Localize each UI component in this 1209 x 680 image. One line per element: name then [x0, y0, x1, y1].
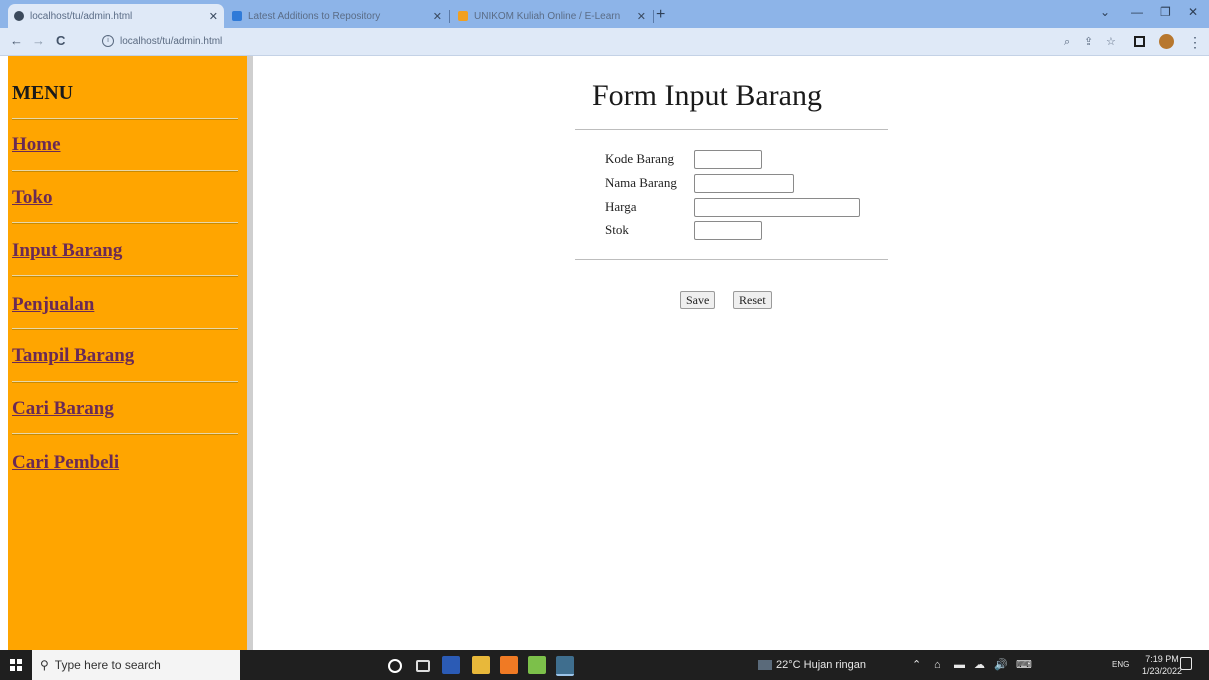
tab-title: UNIKOM Kuliah Online / E-Learn: [474, 10, 621, 22]
address-bar[interactable]: i localhost/tu/admin.html: [102, 32, 942, 50]
chat-icon[interactable]: ▬: [954, 658, 965, 672]
language-indicator[interactable]: ENG: [1112, 658, 1129, 672]
menu-divider: [12, 170, 238, 172]
restore-icon[interactable]: ❐: [1160, 4, 1171, 20]
windows-taskbar: ⚲ Type here to search 22°C Hujan ringan …: [0, 650, 1209, 680]
weather-icon: [758, 660, 772, 671]
browser-tab-strip: localhost/tu/admin.html ✕ Latest Additio…: [0, 0, 1209, 28]
page-favicon-icon: [458, 11, 468, 21]
word-app-icon[interactable]: [442, 656, 460, 674]
speaker-icon[interactable]: 🔊: [994, 658, 1008, 672]
back-arrow-icon[interactable]: ←: [10, 33, 23, 49]
windows-start-icon[interactable]: [10, 659, 22, 671]
chrome-icon[interactable]: [556, 656, 574, 676]
close-tab-icon[interactable]: ✕: [637, 10, 646, 23]
stok-input[interactable]: [694, 221, 762, 240]
page-favicon-icon: [232, 11, 242, 21]
harga-input[interactable]: [694, 198, 860, 217]
form-divider-top: [575, 129, 888, 130]
minimize-icon[interactable]: —: [1131, 4, 1143, 20]
tab-divider: [449, 10, 450, 23]
tab-title: localhost/tu/admin.html: [30, 10, 133, 22]
forward-arrow-icon[interactable]: →: [32, 33, 45, 49]
menu-divider: [12, 381, 238, 383]
form-divider-bottom: [575, 259, 888, 260]
menu-divider: [12, 328, 238, 330]
info-icon[interactable]: i: [102, 35, 114, 47]
notifications-icon[interactable]: [1180, 657, 1192, 670]
menu-divider: [12, 433, 238, 435]
profile-avatar-icon[interactable]: [1159, 34, 1174, 49]
nama-barang-label: Nama Barang: [605, 175, 677, 190]
task-view-icon[interactable]: [416, 660, 430, 672]
stok-label: Stok: [605, 222, 629, 237]
browser-toolbar: ← → C i localhost/tu/admin.html ⌕ ⇪ ☆ ⋮: [0, 28, 1209, 56]
zoom-icon[interactable]: ⌕: [1064, 35, 1070, 49]
globe-icon: [14, 11, 24, 21]
close-window-icon[interactable]: ✕: [1188, 4, 1198, 20]
show-hidden-icons-icon[interactable]: ⌃: [912, 658, 921, 672]
notepad-plus-icon[interactable]: [528, 656, 546, 674]
taskbar-search-input[interactable]: ⚲ Type here to search: [32, 650, 240, 680]
keyboard-icon[interactable]: ⌨: [1016, 658, 1032, 672]
browser-tab[interactable]: Latest Additions to Repository ✕: [226, 4, 448, 28]
browser-tab-active[interactable]: localhost/tu/admin.html ✕: [8, 4, 224, 28]
sidebar-item-input-barang[interactable]: Input Barang: [12, 240, 122, 262]
bookmark-star-icon[interactable]: ☆: [1106, 35, 1116, 49]
clock-date: 1/23/2022: [1142, 666, 1183, 676]
menu-divider: [12, 275, 238, 277]
sidebar-item-penjualan[interactable]: Penjualan: [12, 294, 94, 316]
sidebar-item-home[interactable]: Home: [12, 134, 61, 156]
clock-time: 7:19 PM: [1145, 654, 1179, 664]
sidebar-item-tampil-barang[interactable]: Tampil Barang: [12, 345, 134, 367]
tab-divider: [653, 10, 654, 23]
close-tab-icon[interactable]: ✕: [433, 10, 442, 23]
kode-barang-input[interactable]: [694, 150, 762, 169]
share-icon[interactable]: ⇪: [1084, 35, 1093, 49]
file-explorer-icon[interactable]: [472, 656, 490, 674]
frame-border: [247, 56, 253, 650]
sidebar-menu: MENU Home Toko Input Barang Penjualan Ta…: [8, 56, 247, 650]
tab-search-chevron-icon[interactable]: ⌄: [1100, 4, 1110, 20]
weather-text: 22°C Hujan ringan: [776, 659, 867, 671]
search-icon: ⚲: [40, 658, 49, 672]
sidebar-item-cari-barang[interactable]: Cari Barang: [12, 398, 114, 420]
nama-barang-input[interactable]: [694, 174, 794, 193]
onedrive-icon[interactable]: ☁: [974, 658, 985, 672]
xampp-icon[interactable]: [500, 656, 518, 674]
sidebar-item-cari-pembeli[interactable]: Cari Pembeli: [12, 452, 119, 474]
sidebar-item-toko[interactable]: Toko: [12, 187, 53, 209]
harga-label: Harga: [605, 199, 637, 214]
search-placeholder: Type here to search: [54, 658, 161, 672]
reload-icon[interactable]: C: [56, 33, 65, 49]
kode-barang-label: Kode Barang: [605, 151, 674, 166]
menu-title: MENU: [12, 82, 74, 104]
cortana-icon[interactable]: [388, 659, 402, 673]
network-icon[interactable]: ⌂: [934, 658, 941, 672]
tab-title: Latest Additions to Repository: [248, 10, 381, 22]
weather-widget[interactable]: 22°C Hujan ringan: [758, 658, 866, 672]
reset-button[interactable]: Reset: [733, 291, 772, 309]
taskbar-clock[interactable]: 7:19 PM 1/23/2022: [1142, 653, 1182, 677]
address-text: localhost/tu/admin.html: [120, 35, 223, 47]
extension-icon[interactable]: [1134, 36, 1145, 47]
save-button[interactable]: Save: [680, 291, 716, 309]
close-tab-icon[interactable]: ✕: [209, 10, 218, 23]
menu-divider: [12, 222, 238, 224]
new-tab-icon[interactable]: +: [656, 5, 665, 25]
browser-tab[interactable]: UNIKOM Kuliah Online / E-Learn ✕: [452, 4, 652, 28]
more-menu-icon[interactable]: ⋮: [1188, 34, 1202, 50]
page-title: Form Input Barang: [592, 79, 822, 112]
menu-divider: [12, 118, 238, 120]
